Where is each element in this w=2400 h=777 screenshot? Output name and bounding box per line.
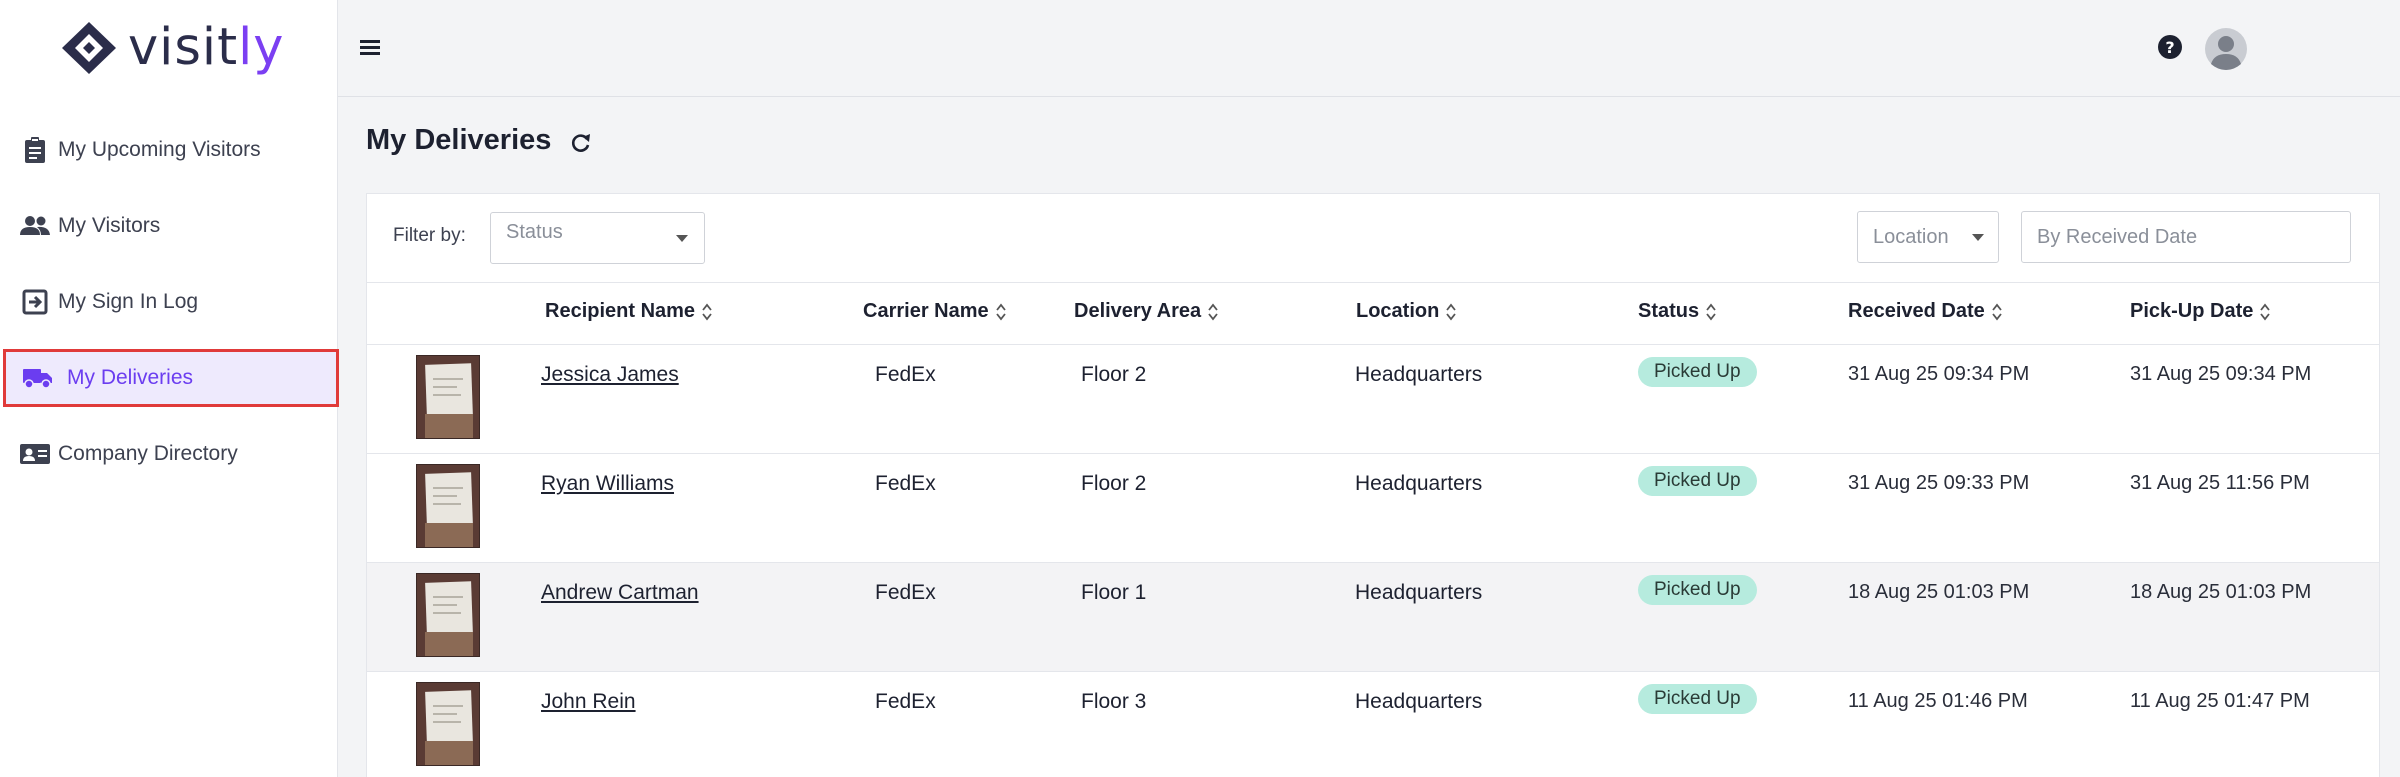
location-filter-placeholder: Location — [1873, 225, 1949, 248]
status-filter-placeholder: Status — [506, 220, 563, 243]
chevron-down-icon — [676, 235, 688, 242]
received-date-filter-input[interactable]: By Received Date — [2021, 211, 2351, 263]
delivery-truck-icon — [23, 363, 53, 393]
sidebar-item-label: My Upcoming Visitors — [58, 138, 261, 161]
refresh-icon[interactable] — [568, 130, 594, 156]
package-photo-thumbnail[interactable] — [416, 464, 480, 548]
sort-icon — [1992, 303, 2002, 320]
received-date-placeholder: By Received Date — [2037, 225, 2198, 248]
column-header-status[interactable]: Status — [1638, 300, 1717, 323]
package-photo-thumbnail[interactable] — [416, 355, 480, 439]
recipient-name-link[interactable]: Andrew Cartman — [541, 581, 699, 605]
sidebar-item-upcoming-visitors[interactable]: My Upcoming Visitors — [0, 121, 338, 179]
sort-icon — [2260, 303, 2271, 320]
sidebar-item-label: My Sign In Log — [58, 290, 199, 313]
table-row[interactable]: Ryan Williams FedEx Floor 2 Headquarters… — [367, 454, 2379, 563]
id-card-icon — [20, 439, 50, 469]
received-date: 11 Aug 25 01:46 PM — [1848, 690, 2028, 712]
delivery-area: Floor 2 — [1081, 472, 1147, 495]
recipient-name-link[interactable]: John Rein — [541, 690, 636, 714]
location-filter-select[interactable]: Location — [1857, 211, 1999, 263]
hamburger-menu-icon[interactable] — [358, 35, 384, 61]
sidebar-item-label: Company Directory — [58, 442, 238, 465]
location: Headquarters — [1355, 690, 1483, 713]
top-bar: ? — [338, 0, 2400, 97]
sort-icon — [995, 303, 1006, 320]
received-date: 31 Aug 25 09:34 PM — [1848, 363, 2030, 385]
sidebar-item-deliveries[interactable]: My Deliveries — [3, 349, 339, 407]
column-header-label: Received Date — [1848, 300, 1985, 322]
recipient-name-link[interactable]: Ryan Williams — [541, 472, 674, 496]
status-badge: Picked Up — [1638, 575, 1757, 605]
recipient-name-link[interactable]: Jessica James — [541, 363, 679, 387]
sidebar-item-company-directory[interactable]: Company Directory — [0, 425, 338, 483]
table-row[interactable]: Jessica James FedEx Floor 2 Headquarters… — [367, 345, 2379, 454]
column-header-label: Carrier Name — [863, 300, 989, 322]
status-badge: Picked Up — [1638, 357, 1757, 387]
filter-label: Filter by: — [393, 225, 466, 246]
people-icon — [20, 211, 50, 241]
sidebar-item-label: My Visitors — [58, 214, 161, 237]
visitly-logo[interactable]: visitly — [60, 20, 284, 76]
sort-icon — [1706, 303, 1716, 320]
help-icon[interactable]: ? — [2157, 34, 2183, 60]
chevron-down-icon — [1972, 234, 1984, 241]
received-date: 18 Aug 25 01:03 PM — [1848, 581, 2030, 603]
package-photo-thumbnail[interactable] — [416, 573, 480, 657]
carrier-name: FedEx — [875, 472, 936, 495]
column-header-pick-up-date[interactable]: Pick-Up Date — [2130, 300, 2271, 323]
sidebar-item-visitors[interactable]: My Visitors — [0, 197, 338, 255]
column-header-recipient-name[interactable]: Recipient Name — [545, 300, 713, 323]
sort-icon — [1208, 303, 1218, 320]
delivery-area: Floor 2 — [1081, 363, 1147, 386]
visitly-logo-icon — [62, 22, 116, 74]
column-header-label: Status — [1638, 300, 1700, 322]
sign-in-icon — [20, 287, 50, 317]
page-title: My Deliveries — [366, 124, 552, 156]
status-badge: Picked Up — [1638, 466, 1757, 496]
sidebar-item-sign-in-log[interactable]: My Sign In Log — [0, 273, 338, 331]
column-header-delivery-area[interactable]: Delivery Area — [1074, 300, 1219, 323]
clipboard-icon — [20, 135, 50, 165]
sort-icon — [1446, 303, 1457, 320]
location: Headquarters — [1355, 363, 1483, 386]
column-header-label: Recipient Name — [545, 300, 696, 322]
table-row[interactable]: Andrew Cartman FedEx Floor 1 Headquarter… — [367, 563, 2379, 672]
carrier-name: FedEx — [875, 690, 936, 713]
sort-icon — [702, 303, 712, 320]
status-filter-select[interactable]: Status — [490, 212, 705, 264]
location: Headquarters — [1355, 472, 1483, 495]
received-date: 31 Aug 25 09:33 PM — [1848, 472, 2030, 494]
column-header-carrier-name[interactable]: Carrier Name — [863, 300, 1007, 323]
column-header-received-date[interactable]: Received Date — [1848, 300, 2003, 323]
table-row[interactable]: John Rein FedEx Floor 3 Headquarters Pic… — [367, 672, 2379, 777]
pick-up-date: 31 Aug 25 11:56 PM — [2130, 472, 2310, 494]
column-header-label: Location — [1356, 300, 1440, 322]
package-photo-thumbnail[interactable] — [416, 682, 480, 766]
svg-text:?: ? — [2165, 38, 2174, 57]
user-avatar[interactable] — [2204, 27, 2248, 71]
pick-up-date: 18 Aug 25 01:03 PM — [2130, 581, 2312, 603]
carrier-name: FedEx — [875, 363, 936, 386]
delivery-area: Floor 1 — [1081, 581, 1147, 604]
location: Headquarters — [1355, 581, 1483, 604]
column-header-location[interactable]: Location — [1356, 300, 1457, 323]
pick-up-date: 31 Aug 25 09:34 PM — [2130, 363, 2312, 385]
column-header-label: Pick-Up Date — [2130, 300, 2254, 322]
status-badge: Picked Up — [1638, 684, 1757, 714]
visitly-wordmark: visitly — [128, 18, 285, 77]
column-header-label: Delivery Area — [1074, 300, 1202, 322]
carrier-name: FedEx — [875, 581, 936, 604]
sidebar-item-label: My Deliveries — [67, 366, 194, 389]
sidebar: visitly My Upcoming Visitors My Visitors… — [0, 0, 339, 777]
delivery-area: Floor 3 — [1081, 690, 1147, 713]
pick-up-date: 11 Aug 25 01:47 PM — [2130, 690, 2310, 712]
